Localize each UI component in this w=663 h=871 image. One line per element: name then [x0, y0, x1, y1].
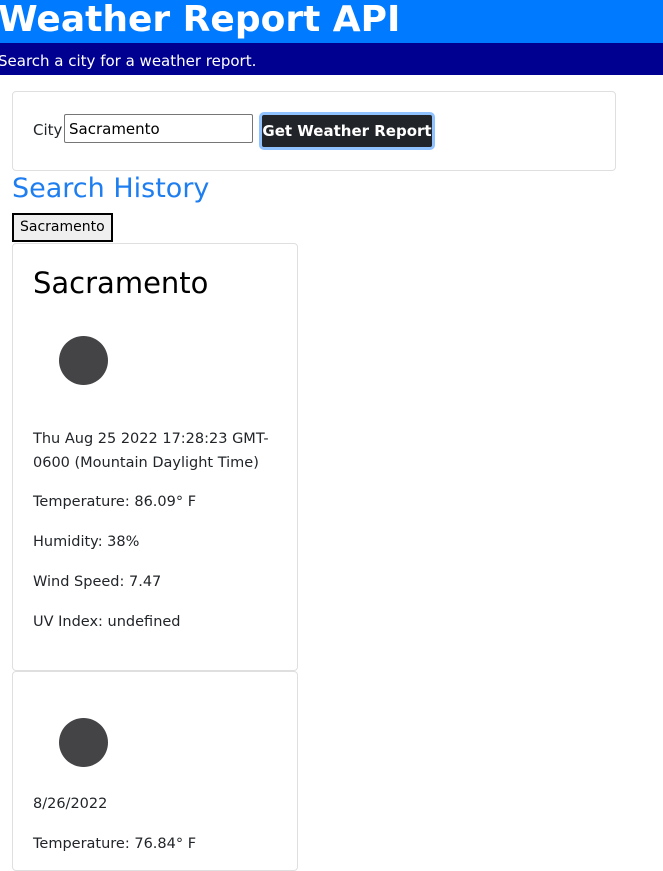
city-label: City: [33, 121, 63, 139]
app-subheader: Search a city for a weather report.: [0, 43, 663, 75]
current-temperature: Temperature: 86.09° F: [33, 494, 197, 510]
current-uv-index: UV Index: undefined: [33, 614, 181, 630]
search-card: City Get Weather Report: [12, 91, 616, 171]
current-date: Thu Aug 25 2022 17:28:23 GMT-0600 (Mount…: [33, 431, 269, 471]
forecast-temperature: Temperature: 76.84° F: [33, 836, 197, 852]
history-item-sacramento[interactable]: Sacramento: [12, 213, 113, 242]
current-city-name: Sacramento: [33, 266, 209, 300]
weather-icon: [59, 336, 108, 385]
forecast-card: 8/26/2022 Temperature: 76.84° F: [12, 671, 298, 871]
current-humidity: Humidity: 38%: [33, 534, 140, 550]
search-history-title: Search History: [12, 173, 210, 204]
app-title: Weather Report API: [0, 0, 401, 40]
app-header: Weather Report API: [0, 0, 663, 43]
current-weather-card: Sacramento Thu Aug 25 2022 17:28:23 GMT-…: [12, 243, 298, 671]
get-weather-report-button[interactable]: Get Weather Report: [259, 112, 435, 150]
city-input[interactable]: [64, 114, 253, 143]
forecast-date: 8/26/2022: [33, 796, 108, 812]
app-subtitle: Search a city for a weather report.: [0, 52, 257, 70]
weather-icon: [59, 718, 108, 767]
current-wind-speed: Wind Speed: 7.47: [33, 574, 162, 590]
